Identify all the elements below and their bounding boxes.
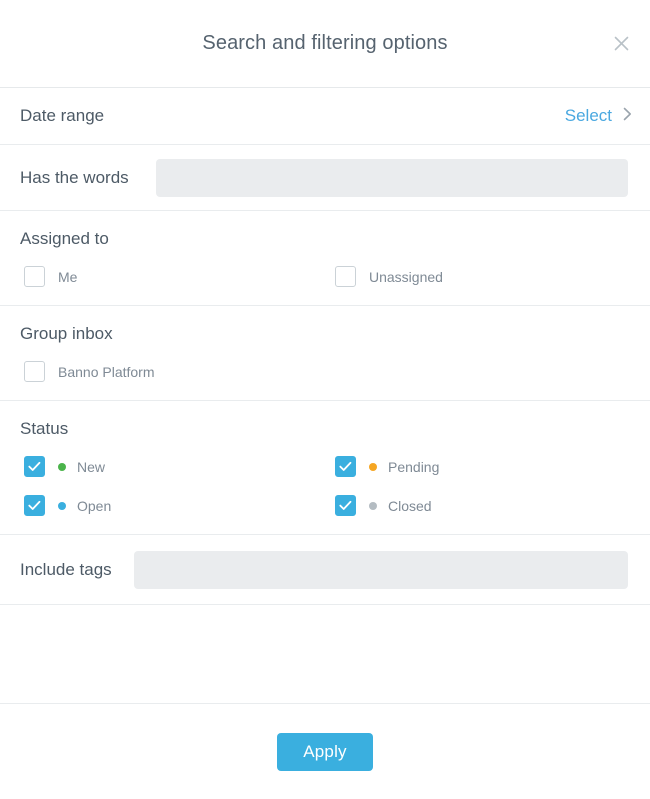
chevron-right-icon (623, 107, 632, 126)
assigned-to-label: Assigned to (20, 229, 109, 248)
assigned-to-section: Assigned to Me Unassigned (0, 211, 650, 306)
checkbox-banno-platform[interactable] (24, 361, 45, 382)
checkbox-label-unassigned: Unassigned (369, 268, 443, 285)
dialog-footer: Apply (0, 703, 650, 799)
checkbox-unassigned[interactable] (335, 266, 356, 287)
group-inbox-options: Banno Platform (20, 361, 650, 382)
checkbox-new[interactable] (24, 456, 45, 477)
search-filter-dialog: Search and filtering options Date range … (0, 0, 650, 799)
has-words-label: Has the words (20, 167, 129, 187)
status-options: New Pending Open Closed (20, 456, 650, 516)
date-range-row: Date range Select (0, 88, 650, 145)
date-range-label: Date range (20, 106, 105, 125)
include-tags-input[interactable] (134, 550, 628, 589)
checkbox-item-new[interactable]: New (20, 456, 335, 477)
checkbox-label-me: Me (58, 268, 78, 285)
checkbox-label-new: New (77, 458, 106, 475)
dialog-title: Search and filtering options (202, 32, 448, 54)
checkbox-item-pending[interactable]: Pending (335, 456, 650, 477)
status-dot-new (58, 462, 66, 471)
checkbox-label-open: Open (77, 497, 112, 514)
checkbox-open[interactable] (24, 495, 45, 516)
status-dot-pending (369, 462, 377, 471)
checkbox-item-unassigned[interactable]: Unassigned (335, 266, 650, 287)
checkbox-label-pending: Pending (388, 458, 440, 475)
checkbox-item-banno-platform[interactable]: Banno Platform (20, 361, 155, 382)
date-range-select-label: Select (564, 106, 612, 125)
has-words-row: Has the words (0, 145, 650, 211)
close-icon (614, 36, 629, 51)
checkbox-pending[interactable] (335, 456, 356, 477)
checkbox-label-closed: Closed (388, 497, 432, 514)
checkbox-label-banno-platform: Banno Platform (58, 363, 155, 380)
date-range-select-button[interactable]: Select (565, 106, 632, 126)
dialog-body: Date range Select Has the words Assigned… (0, 88, 650, 703)
apply-button[interactable]: Apply (277, 732, 373, 771)
status-section: Status New Pending Open Closed (0, 401, 650, 535)
include-tags-label: Include tags (20, 559, 112, 579)
checkbox-item-closed[interactable]: Closed (335, 495, 650, 516)
status-label: Status (20, 419, 69, 438)
has-words-input[interactable] (156, 158, 628, 197)
checkbox-closed[interactable] (335, 495, 356, 516)
include-tags-row: Include tags (0, 535, 650, 605)
checkbox-item-me[interactable]: Me (20, 266, 335, 287)
assigned-to-options: Me Unassigned (20, 266, 650, 287)
group-inbox-section: Group inbox Banno Platform (0, 306, 650, 401)
status-dot-open (58, 501, 66, 510)
checkbox-item-open[interactable]: Open (20, 495, 335, 516)
close-button[interactable] (604, 27, 638, 61)
status-dot-closed (369, 501, 377, 510)
group-inbox-label: Group inbox (20, 324, 113, 343)
dialog-header: Search and filtering options (0, 0, 650, 88)
checkbox-me[interactable] (24, 266, 45, 287)
